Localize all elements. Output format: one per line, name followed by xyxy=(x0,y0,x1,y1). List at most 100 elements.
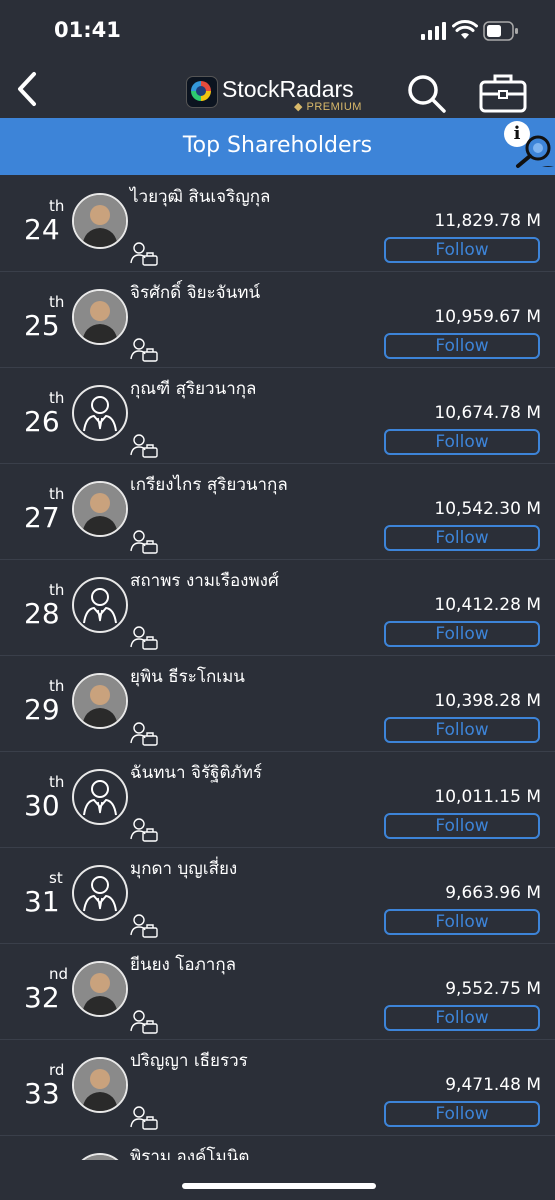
rank-suffix: nd xyxy=(49,965,69,983)
follow-button[interactable]: Follow xyxy=(384,333,540,359)
holding-value: 9,663.96 M xyxy=(445,883,541,903)
holding-value: 10,542.30 M xyxy=(434,499,541,519)
shareholder-row[interactable]: 30th ฉันทนา จิรัฐิติภัทร์ 10,011.15 M Follo… xyxy=(0,751,555,848)
avatar[interactable] xyxy=(72,577,128,633)
shareholder-row[interactable]: 27th เกรียงไกร สุริยวนากุล 10,542.30 M Foll… xyxy=(0,463,555,560)
follow-button[interactable]: Follow xyxy=(384,1101,540,1127)
rank-number: 31 xyxy=(24,885,60,918)
rank-suffix: th xyxy=(49,197,65,215)
avatar[interactable] xyxy=(72,385,128,441)
shareholder-row[interactable]: 26th กุณฑี สุริยวนากุล 10,674.78 M Follow xyxy=(0,367,555,464)
rank-suffix: th xyxy=(49,389,65,407)
follow-button[interactable]: Follow xyxy=(384,525,540,551)
rank-number: 28 xyxy=(24,597,60,630)
rank-number: 27 xyxy=(24,501,60,534)
shareholder-row[interactable]: พิราม องค์โมนิต xyxy=(0,1135,555,1160)
status-bar: 01:41 xyxy=(0,0,555,62)
rank-suffix: th xyxy=(49,677,65,695)
follow-button[interactable]: Follow xyxy=(384,621,540,647)
briefcase-icon[interactable] xyxy=(478,72,528,114)
status-time: 01:41 xyxy=(54,18,121,42)
shareholder-row[interactable]: 31st มุกดา บุญเสี่ยง 9,663.96 M Follow xyxy=(0,847,555,944)
brand-premium-label: ◆ PREMIUM xyxy=(294,101,362,113)
shareholder-name[interactable]: เกรียงไกร สุริยวนากุล xyxy=(130,471,288,498)
shareholder-name[interactable]: ฉันทนา จิรัฐิติภัทร์ xyxy=(130,759,262,786)
shareholder-row[interactable]: 24th ไวยวุฒิ สินเจริญกุล 11,829.78 M Follow xyxy=(0,175,555,272)
rank-number: 24 xyxy=(24,213,60,246)
holding-value: 10,412.28 M xyxy=(434,595,541,615)
rank-number: 32 xyxy=(24,981,60,1014)
rank-suffix: th xyxy=(49,581,65,599)
holding-value: 10,398.28 M xyxy=(434,691,541,711)
follow-button[interactable]: Follow xyxy=(384,909,540,935)
avatar[interactable] xyxy=(72,193,128,249)
stockradars-logo: StockRadars ◆ PREMIUM xyxy=(186,74,368,114)
follow-button[interactable]: Follow xyxy=(384,717,540,743)
rank-suffix: th xyxy=(49,293,65,311)
holding-value: 10,011.15 M xyxy=(434,787,541,807)
portfolio-holder-icon[interactable] xyxy=(129,337,159,363)
shareholder-name[interactable]: พิราม องค์โมนิต xyxy=(130,1143,249,1160)
shareholder-row[interactable]: 32nd ยีนยง โอภากุล 9,552.75 M Follow xyxy=(0,943,555,1040)
page-title: Top Shareholders xyxy=(182,133,373,158)
rank-suffix: th xyxy=(49,485,65,503)
portfolio-holder-icon[interactable] xyxy=(129,1105,159,1131)
rank-suffix: rd xyxy=(49,1061,65,1079)
holding-value: 10,959.67 M xyxy=(434,307,541,327)
holding-value: 11,829.78 M xyxy=(434,211,541,231)
portfolio-holder-icon[interactable] xyxy=(129,817,159,843)
holding-value: 9,471.48 M xyxy=(445,1075,541,1095)
rank-number: 26 xyxy=(24,405,60,438)
shareholder-list: 24th ไวยวุฒิ สินเจริญกุล 11,829.78 M Follow… xyxy=(0,175,555,1160)
brand-name: StockRadars xyxy=(222,76,354,102)
rank-number: 29 xyxy=(24,693,60,726)
follow-button[interactable]: Follow xyxy=(384,429,540,455)
shareholder-name[interactable]: ยุพิน ธีระโกเมน xyxy=(130,663,245,690)
shareholder-name[interactable]: ปริญญา เธียรวร xyxy=(130,1047,248,1074)
rank-suffix: st xyxy=(49,869,63,887)
avatar[interactable] xyxy=(72,289,128,345)
follow-button[interactable]: Follow xyxy=(384,813,540,839)
shareholder-row[interactable]: 25th จิรศักดิ์ จิยะจันทน์ 10,959.67 M Follo… xyxy=(0,271,555,368)
wifi-icon xyxy=(452,20,478,39)
nav-bar: StockRadars ◆ PREMIUM xyxy=(0,62,555,118)
portfolio-holder-icon[interactable] xyxy=(129,529,159,555)
shareholder-row[interactable]: 28th สถาพร งามเรืองพงศ์ 10,412.28 M Follow xyxy=(0,559,555,656)
portfolio-holder-icon[interactable] xyxy=(129,241,159,267)
portfolio-holder-icon[interactable] xyxy=(129,721,159,747)
holding-value: 10,674.78 M xyxy=(434,403,541,423)
rank-number: 33 xyxy=(24,1077,60,1110)
avatar[interactable] xyxy=(72,1057,128,1113)
shareholder-row[interactable]: 29th ยุพิน ธีระโกเมน 10,398.28 M Follow xyxy=(0,655,555,752)
avatar[interactable] xyxy=(72,865,128,921)
back-arrow-icon[interactable] xyxy=(14,70,40,108)
avatar[interactable] xyxy=(72,769,128,825)
follow-button[interactable]: Follow xyxy=(384,1005,540,1031)
shareholder-name[interactable]: กุณฑี สุริยวนากุล xyxy=(130,375,256,402)
portfolio-holder-icon[interactable] xyxy=(129,1009,159,1035)
home-indicator xyxy=(182,1183,376,1189)
search-icon[interactable] xyxy=(405,72,447,114)
shareholder-name[interactable]: จิรศักดิ์ จิยะจันทน์ xyxy=(130,279,260,306)
portfolio-holder-icon[interactable] xyxy=(129,433,159,459)
shareholder-name[interactable]: ยีนยง โอภากุล xyxy=(130,951,236,978)
holding-value: 9,552.75 M xyxy=(445,979,541,999)
portfolio-holder-icon[interactable] xyxy=(129,625,159,651)
avatar[interactable] xyxy=(72,1153,128,1160)
rank-number: 30 xyxy=(24,789,60,822)
shareholder-name[interactable]: มุกดา บุญเสี่ยง xyxy=(130,855,237,882)
avatar[interactable] xyxy=(72,961,128,1017)
follow-button[interactable]: Follow xyxy=(384,237,540,263)
cellular-signal-icon xyxy=(421,22,446,40)
rank-number: 25 xyxy=(24,309,60,342)
avatar[interactable] xyxy=(72,481,128,537)
shareholder-name[interactable]: สถาพร งามเรืองพงศ์ xyxy=(130,567,279,594)
radar-logo-icon xyxy=(186,76,218,108)
avatar[interactable] xyxy=(72,673,128,729)
radar-search-icon[interactable] xyxy=(512,128,555,172)
portfolio-holder-icon[interactable] xyxy=(129,913,159,939)
shareholder-name[interactable]: ไวยวุฒิ สินเจริญกุล xyxy=(130,183,270,210)
rank-suffix: th xyxy=(49,773,65,791)
shareholder-row[interactable]: 33rd ปริญญา เธียรวร 9,471.48 M Follow xyxy=(0,1039,555,1136)
title-bar: Top Shareholders i xyxy=(0,118,555,175)
